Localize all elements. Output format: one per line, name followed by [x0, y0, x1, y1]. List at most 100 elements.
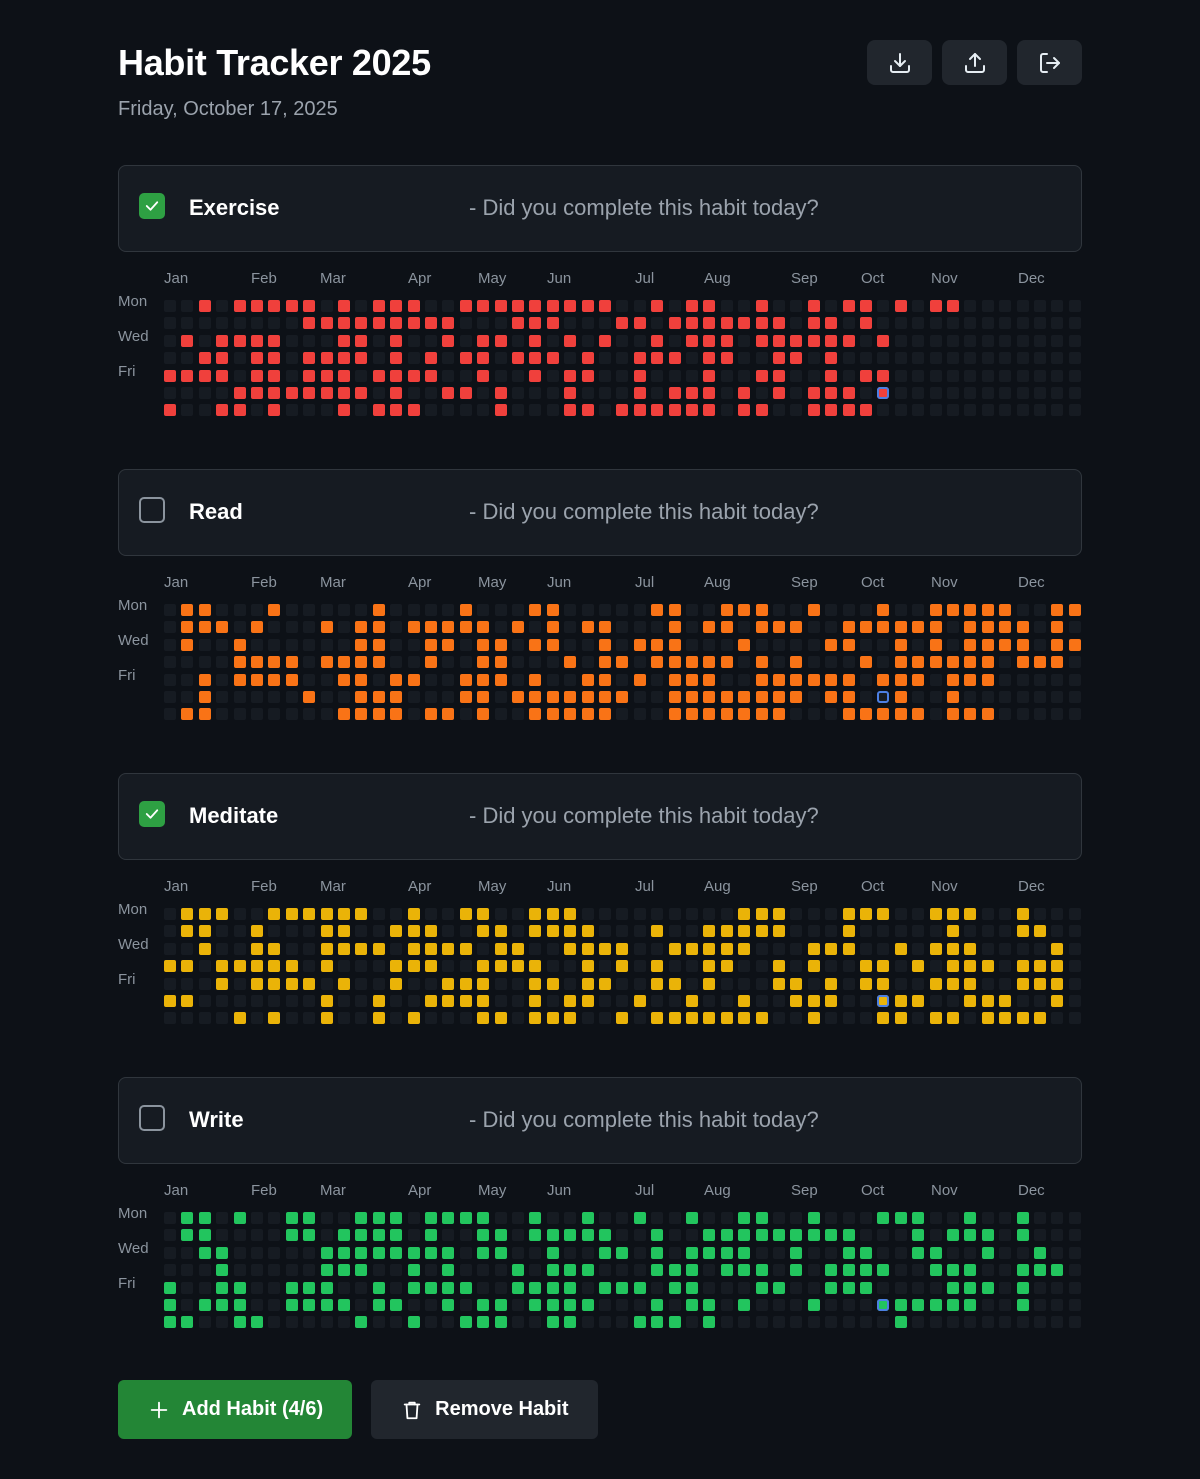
day-cell[interactable]: [494, 621, 507, 634]
day-cell[interactable]: [564, 942, 577, 955]
day-cell[interactable]: [964, 673, 977, 686]
day-cell[interactable]: [355, 1316, 368, 1329]
day-cell[interactable]: [981, 334, 994, 347]
day-cell[interactable]: [947, 1299, 959, 1311]
day-cell[interactable]: [529, 960, 542, 973]
day-cell[interactable]: [981, 1246, 994, 1259]
day-cell[interactable]: [390, 995, 403, 1007]
day-cell[interactable]: [285, 1212, 298, 1224]
day-cell[interactable]: [390, 352, 403, 365]
day-cell[interactable]: [338, 352, 350, 365]
day-cell[interactable]: [703, 1281, 716, 1294]
day-cell[interactable]: [616, 708, 629, 721]
day-cell[interactable]: [738, 995, 751, 1007]
day-cell[interactable]: [842, 673, 855, 686]
day-cell[interactable]: [807, 691, 820, 703]
day-cell[interactable]: [407, 708, 420, 721]
day-cell[interactable]: [164, 1264, 176, 1277]
day-cell[interactable]: [616, 1316, 629, 1329]
day-cell[interactable]: [546, 387, 559, 399]
day-cell[interactable]: [790, 1246, 803, 1259]
day-cell[interactable]: [1068, 1264, 1081, 1277]
day-cell[interactable]: [407, 908, 420, 920]
day-cell[interactable]: [1016, 673, 1029, 686]
day-cell[interactable]: [1051, 317, 1064, 330]
day-cell[interactable]: [285, 334, 298, 347]
day-cell[interactable]: [268, 317, 281, 330]
day-cell[interactable]: [633, 691, 646, 703]
day-cell[interactable]: [633, 604, 646, 616]
day-cell[interactable]: [790, 977, 803, 990]
day-cell[interactable]: [355, 404, 368, 417]
day-cell[interactable]: [320, 1012, 333, 1025]
day-cell[interactable]: [755, 638, 768, 651]
day-cell[interactable]: [686, 1316, 698, 1329]
day-cell[interactable]: [494, 1281, 507, 1294]
day-cell[interactable]: [546, 925, 559, 938]
day-cell[interactable]: [285, 977, 298, 990]
day-cell[interactable]: [651, 352, 664, 365]
day-cell[interactable]: [355, 621, 368, 634]
day-cell[interactable]: [686, 1264, 698, 1277]
day-cell[interactable]: [894, 673, 907, 686]
day-cell[interactable]: [981, 604, 994, 616]
day-cell[interactable]: [1068, 977, 1081, 990]
day-cell[interactable]: [303, 977, 316, 990]
day-cell[interactable]: [755, 334, 768, 347]
day-cell[interactable]: [616, 387, 629, 399]
day-cell[interactable]: [564, 638, 577, 651]
day-cell[interactable]: [407, 673, 420, 686]
day-cell[interactable]: [825, 317, 838, 330]
day-cell[interactable]: [633, 387, 646, 399]
day-cell[interactable]: [1034, 908, 1046, 920]
day-cell[interactable]: [564, 708, 577, 721]
day-cell[interactable]: [633, 1012, 646, 1025]
day-cell[interactable]: [1051, 1316, 1064, 1329]
day-cell[interactable]: [912, 925, 925, 938]
day-cell[interactable]: [442, 1212, 455, 1224]
day-cell[interactable]: [581, 942, 594, 955]
day-cell[interactable]: [198, 1012, 211, 1025]
day-cell[interactable]: [442, 369, 455, 382]
day-cell[interactable]: [720, 1212, 733, 1224]
day-cell[interactable]: [651, 925, 664, 938]
day-cell[interactable]: [825, 1264, 838, 1277]
day-cell[interactable]: [1068, 1246, 1081, 1259]
day-cell[interactable]: [251, 942, 263, 955]
day-cell[interactable]: [964, 1281, 977, 1294]
day-cell[interactable]: [703, 995, 716, 1007]
day-cell[interactable]: [633, 638, 646, 651]
day-cell[interactable]: [233, 673, 246, 686]
day-cell[interactable]: [477, 673, 490, 686]
day-cell[interactable]: [981, 708, 994, 721]
day-cell[interactable]: [372, 1012, 385, 1025]
day-cell[interactable]: [999, 638, 1012, 651]
day-cell[interactable]: [442, 908, 455, 920]
day-cell[interactable]: [929, 977, 942, 990]
day-cell[interactable]: [877, 1229, 890, 1242]
day-cell[interactable]: [738, 621, 751, 634]
day-cell[interactable]: [929, 1281, 942, 1294]
day-cell[interactable]: [738, 369, 751, 382]
day-cell[interactable]: [599, 673, 611, 686]
day-cell[interactable]: [581, 1316, 594, 1329]
day-cell[interactable]: [251, 673, 263, 686]
day-cell[interactable]: [999, 995, 1012, 1007]
day-cell[interactable]: [599, 995, 611, 1007]
day-cell[interactable]: [425, 1299, 437, 1311]
day-cell[interactable]: [581, 1299, 594, 1311]
day-cell[interactable]: [790, 995, 803, 1007]
day-cell[interactable]: [860, 691, 872, 703]
day-cell[interactable]: [912, 1246, 925, 1259]
day-cell[interactable]: [442, 638, 455, 651]
habit-card[interactable]: Exercise - Did you complete this habit to…: [118, 165, 1082, 252]
day-cell[interactable]: [599, 369, 611, 382]
day-cell[interactable]: [442, 621, 455, 634]
habit-checkbox[interactable]: [139, 801, 165, 827]
day-cell[interactable]: [807, 656, 820, 669]
day-cell[interactable]: [338, 334, 350, 347]
day-cell[interactable]: [338, 960, 350, 973]
day-cell[interactable]: [929, 1012, 942, 1025]
day-cell[interactable]: [599, 1212, 611, 1224]
day-cell[interactable]: [164, 1299, 176, 1311]
